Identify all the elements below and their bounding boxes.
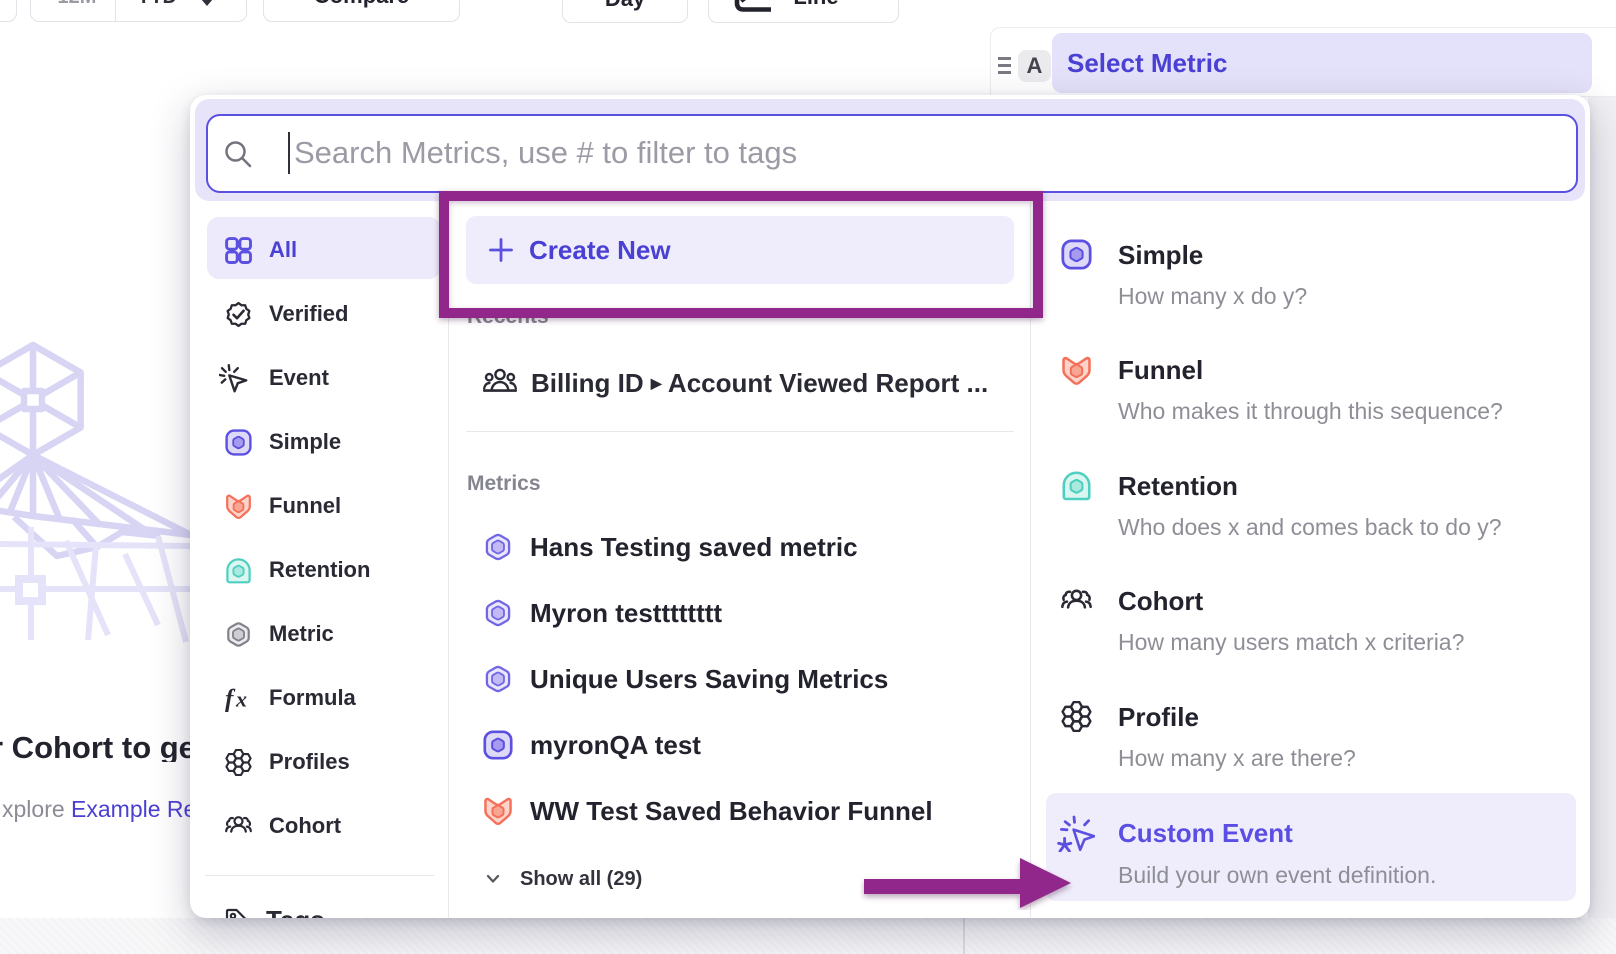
svg-text:x: x xyxy=(235,687,247,712)
svg-text:f: f xyxy=(225,686,236,713)
